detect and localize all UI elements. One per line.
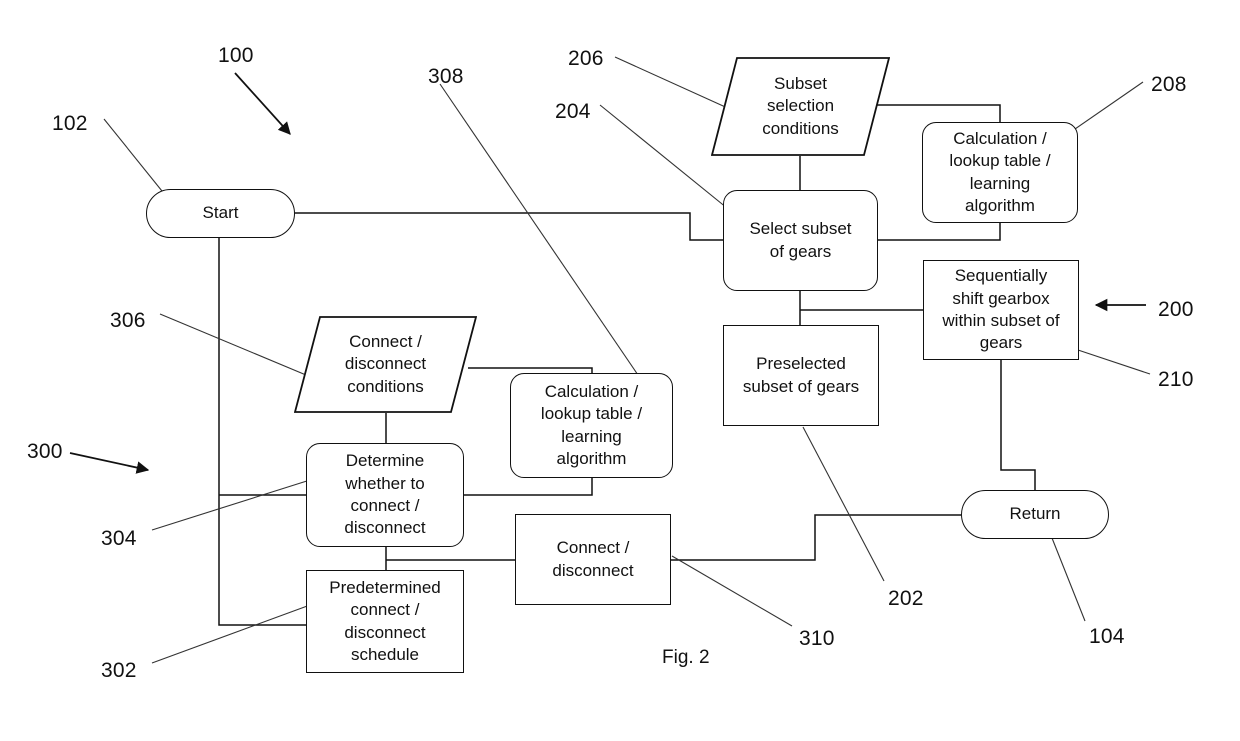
select-subset-of-gears-process: Select subset of gears [723,190,878,291]
predetermined-connect-disconnect-schedule-rect: Predetermined connect / disconnect schedule [306,570,464,673]
connector-calc-top-to-select-subset [878,223,1001,241]
reference-numeral-300: 300 [27,440,63,463]
leader-304 [151,479,311,531]
connector-start-to-select-subset [295,212,723,241]
calculation-lookup-learning-mid-process-label: Calculation / lookup table / learning algor… [540,381,643,468]
subset-selection-conditions-data-label: Subset selection conditions [762,73,839,138]
connector-connect-disconnect-to-return [671,514,961,561]
reference-numeral-310: 310 [799,627,835,650]
select-subset-of-gears-process-label: Select subset of gears [749,219,852,261]
reference-numeral-210: 210 [1158,368,1194,391]
leader-102 [103,118,167,197]
return-terminal-label: Return [1009,504,1061,524]
reference-numeral-204: 204 [555,100,591,123]
leader-208 [1074,81,1144,130]
reference-numeral-100: 100 [218,44,254,67]
connect-disconnect-conditions-data-label: Connect / disconnect conditions [344,331,427,396]
start-terminal-label: Start [202,203,239,223]
connect-disconnect-rect-label: Connect / disconnect [552,538,634,580]
reference-numeral-206: 206 [568,47,604,70]
connect-disconnect-rect: Connect / disconnect [515,514,671,605]
leader-306 [159,313,307,376]
sequentially-shift-gearbox-rect-label: Sequentially shift gearbox within subset o… [942,266,1060,353]
leader-210 [1077,349,1151,375]
preselected-subset-of-gears-rect: Preselected subset of gears [723,325,879,426]
leader-204 [599,104,728,209]
reference-numeral-304: 304 [101,527,137,550]
patent-figure-2: Start Subset selection conditions Calculatio… [0,0,1240,741]
arrow-100 [234,72,291,135]
connector-sequential-down-to-return [1000,360,1036,490]
reference-numeral-306: 306 [110,309,146,332]
figure-caption: Fig. 2 [662,647,710,668]
connector-start-down-to-schedule [218,238,306,626]
determine-whether-to-connect-disconnect-process-label: Determine whether to connect / disconnect [344,451,426,538]
calculation-lookup-learning-top-process-label: Calculation / lookup table / learning algor… [949,128,1051,215]
preselected-subset-of-gears-rect-label: Preselected subset of gears [742,354,860,396]
reference-numeral-202: 202 [888,587,924,610]
connect-disconnect-conditions-data: Connect / disconnect conditions [294,316,477,413]
reference-numeral-302: 302 [101,659,137,682]
predetermined-connect-disconnect-schedule-rect-label: Predetermined connect / disconnect schedule [329,577,441,664]
leader-104 [1049,532,1086,622]
reference-numeral-102: 102 [52,112,88,135]
calculation-lookup-learning-top-process: Calculation / lookup table / learning algor… [922,122,1078,223]
connector-layer [69,56,1151,664]
determine-whether-to-connect-disconnect-process: Determine whether to connect / disconnect [306,443,464,547]
reference-numeral-200: 200 [1158,298,1194,321]
reference-numeral-308: 308 [428,65,464,88]
reference-numeral-208: 208 [1151,73,1187,96]
return-terminal: Return [961,490,1109,539]
calculation-lookup-learning-mid-process: Calculation / lookup table / learning algor… [510,373,673,478]
leader-310 [671,555,793,627]
arrow-300 [69,452,150,474]
start-terminal: Start [146,189,295,238]
leader-302 [151,604,311,664]
reference-numeral-104: 104 [1089,625,1125,648]
connector-calc-mid-to-determine [464,478,593,496]
subset-selection-conditions-data: Subset selection conditions [711,57,890,156]
sequentially-shift-gearbox-rect: Sequentially shift gearbox within subset o… [923,260,1079,360]
